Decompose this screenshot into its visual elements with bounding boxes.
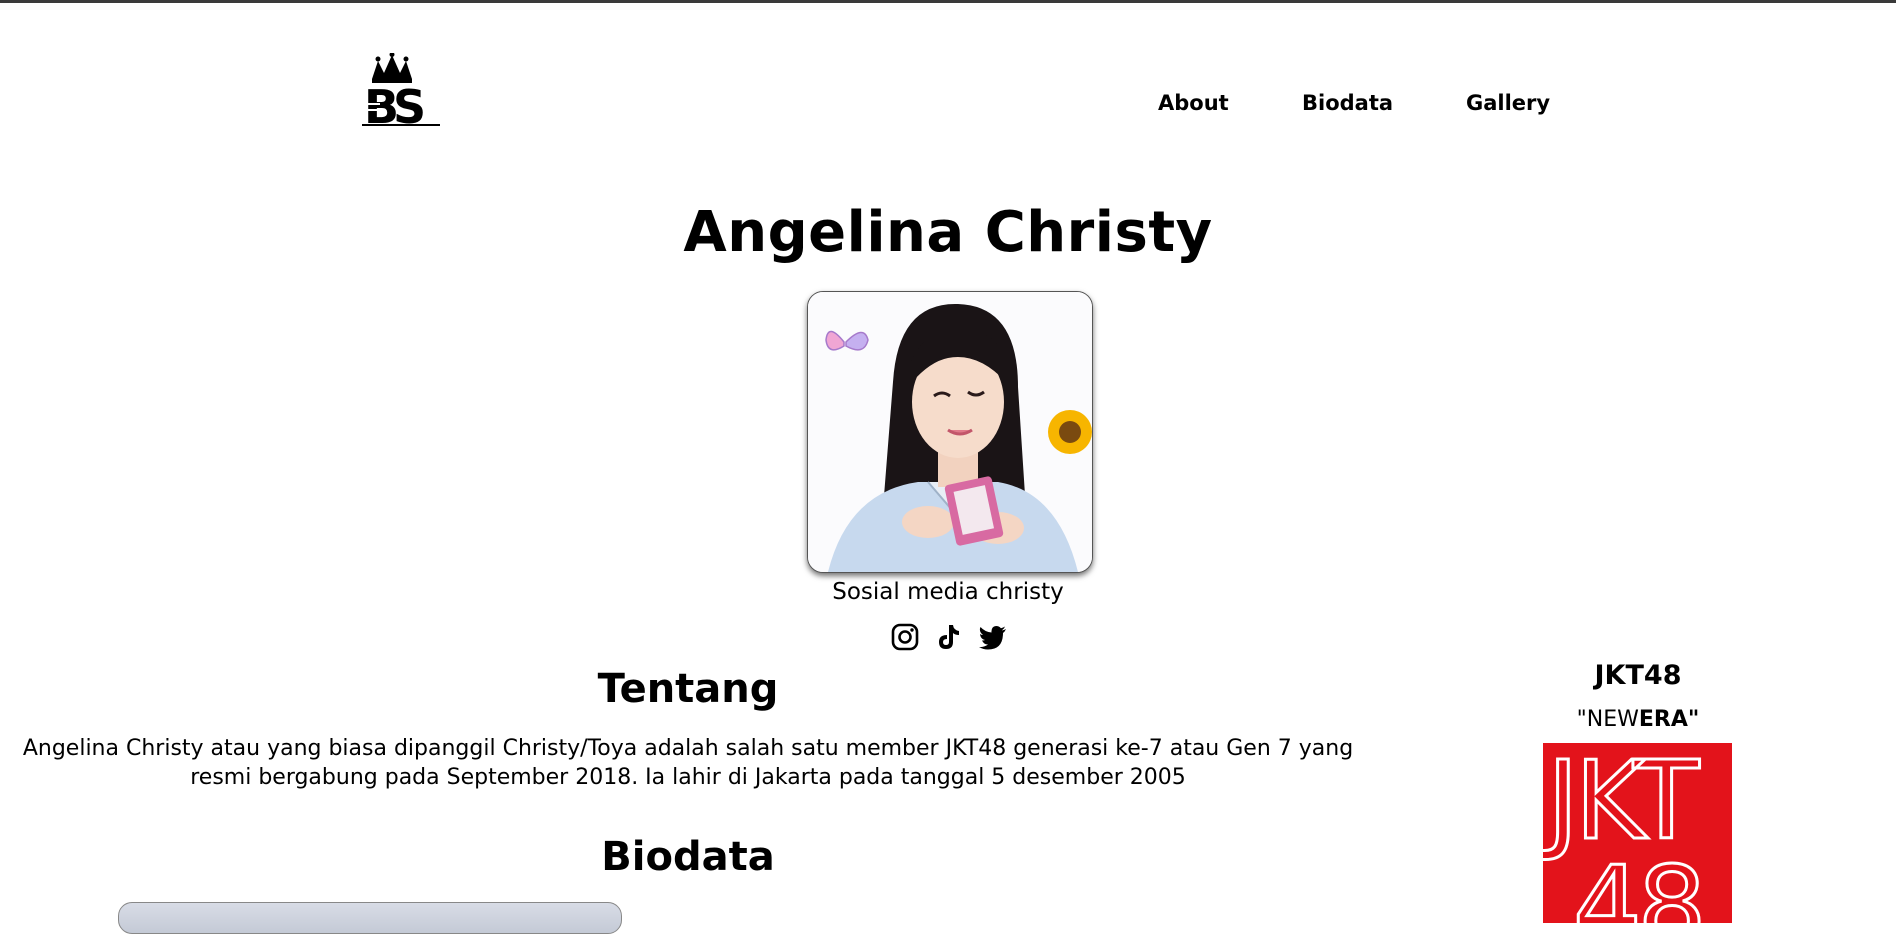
- sidebar-title: JKT48: [1594, 660, 1682, 691]
- nav-link-biodata[interactable]: Biodata: [1302, 91, 1393, 115]
- social-icons: [890, 622, 1008, 652]
- svg-text:48: 48: [1573, 844, 1702, 923]
- nav-link-gallery[interactable]: Gallery: [1466, 91, 1550, 115]
- navbar: BS About Biodata Gallery: [0, 3, 1896, 153]
- sidebar-subtitle-prefix: "NEW: [1576, 707, 1639, 732]
- twitter-icon[interactable]: [978, 622, 1008, 652]
- about-paragraph: Angelina Christy atau yang biasa dipangg…: [22, 736, 1354, 790]
- jkt48-logo-mark: JKT 48: [1540, 738, 1732, 934]
- instagram-icon[interactable]: [890, 622, 920, 652]
- sidebar-subtitle: "NEWERA": [1543, 707, 1733, 732]
- profile-photo: [807, 291, 1093, 573]
- tiktok-icon[interactable]: [934, 622, 964, 652]
- page-title: Angelina Christy: [683, 200, 1213, 265]
- jkt48-logo: JKT 48: [1540, 738, 1732, 934]
- social-media-caption: Sosial media christy: [832, 579, 1064, 605]
- biodata-heading: Biodata: [601, 834, 775, 880]
- nav-link-about[interactable]: About: [1158, 91, 1229, 115]
- about-heading: Tentang: [597, 666, 779, 712]
- sidebar-subtitle-bold: ERA": [1638, 707, 1700, 732]
- site-logo[interactable]: BS: [362, 52, 442, 134]
- biodata-card: [118, 902, 622, 934]
- logo-crown-icon: BS: [362, 52, 440, 134]
